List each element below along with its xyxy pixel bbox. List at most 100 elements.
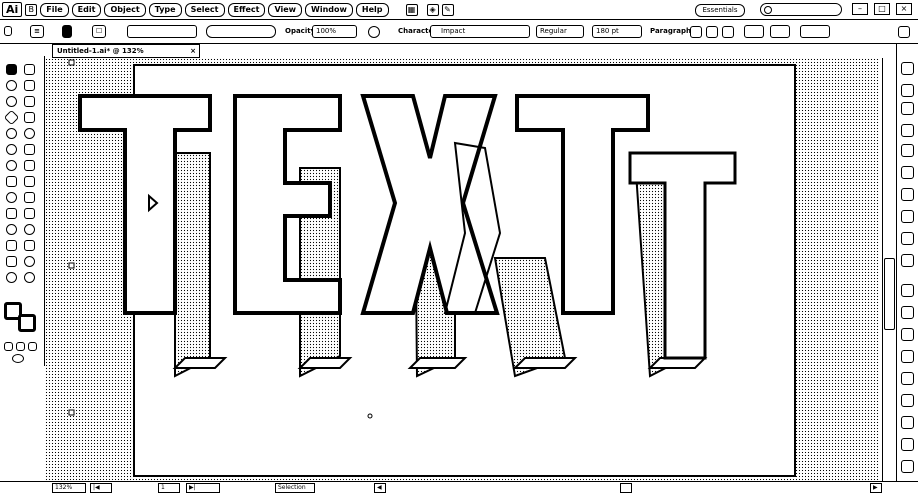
brush-icon[interactable]: ✎	[441, 3, 454, 16]
fill-swatch[interactable]	[62, 25, 72, 38]
menu-help[interactable]: Help	[355, 2, 389, 17]
gpu-icon[interactable]: ◈	[426, 3, 439, 16]
pathfinder-icon[interactable]	[901, 350, 914, 363]
font-style-dropdown[interactable]: Regular	[536, 25, 584, 38]
opacity-label[interactable]: Opacity	[285, 27, 315, 35]
blend-tool-icon[interactable]	[24, 224, 35, 235]
eraser-tool-icon[interactable]	[24, 144, 35, 155]
align-left-icon[interactable]	[690, 26, 702, 38]
horizontal-scroll-left[interactable]: ◀	[374, 483, 386, 493]
transform-button[interactable]	[744, 25, 764, 38]
vertical-scrollbar[interactable]	[882, 58, 895, 481]
direct-selection-tool-icon[interactable]	[24, 64, 35, 75]
draw-mode-icon[interactable]	[12, 354, 24, 363]
paragraph-label[interactable]: Paragraph	[650, 27, 691, 35]
symbol-sprayer-tool-icon[interactable]	[6, 240, 17, 251]
zoom-tool-icon[interactable]	[24, 272, 35, 283]
transparency-icon[interactable]	[901, 210, 914, 223]
brushes-icon[interactable]	[901, 124, 914, 137]
none-mode-icon[interactable]	[28, 342, 37, 351]
magic-wand-tool-icon[interactable]	[6, 80, 17, 91]
eyedropper-tool-icon[interactable]	[6, 224, 17, 235]
align-button[interactable]	[770, 25, 790, 38]
align-center-icon[interactable]	[706, 26, 718, 38]
links-icon[interactable]	[901, 460, 914, 473]
workspace-switcher[interactable]: Essentials	[695, 4, 745, 17]
recolor-icon[interactable]	[368, 26, 380, 38]
artboard-nav-first[interactable]: |◀	[90, 483, 112, 493]
paragraph-panel-icon[interactable]	[901, 416, 914, 429]
close-icon[interactable]: ×	[190, 45, 196, 58]
column-graph-tool-icon[interactable]	[24, 240, 35, 251]
stroke-panel-icon[interactable]	[901, 166, 914, 179]
align-panel-icon[interactable]	[901, 328, 914, 341]
menu-type[interactable]: Type	[148, 2, 182, 17]
page-field[interactable]: 1	[158, 483, 180, 493]
opacity-input[interactable]: 100%	[312, 25, 357, 38]
horizontal-scrollbar-thumb[interactable]	[620, 483, 632, 493]
align-right-icon[interactable]	[722, 26, 734, 38]
slice-tool-icon[interactable]	[24, 256, 35, 267]
menu-effect[interactable]: Effect	[227, 2, 266, 17]
horizontal-scroll-right[interactable]: ▶	[870, 483, 882, 493]
color-guide-icon[interactable]	[901, 84, 914, 97]
swatches-icon[interactable]	[901, 102, 914, 115]
rotate-tool-icon[interactable]	[6, 160, 17, 171]
artboard-tool-icon[interactable]	[6, 256, 17, 267]
menu-object[interactable]: Object	[104, 2, 146, 17]
blob-brush-tool-icon[interactable]	[6, 144, 17, 155]
artboards-icon[interactable]	[901, 306, 914, 319]
free-transform-tool-icon[interactable]	[24, 176, 35, 187]
type-tool-icon[interactable]	[24, 96, 35, 107]
menu-window[interactable]: Window	[305, 2, 353, 17]
opentype-icon[interactable]	[901, 438, 914, 451]
maximize-button[interactable]: □	[874, 3, 890, 15]
text-artwork[interactable]	[45, 58, 879, 481]
layers-icon[interactable]	[901, 284, 914, 297]
panel-menu-button[interactable]	[800, 25, 830, 38]
menu-view[interactable]: View	[268, 2, 303, 17]
color-mode-icon[interactable]	[4, 342, 13, 351]
pencil-tool-icon[interactable]	[24, 128, 35, 139]
artboard-nav-next[interactable]: ▶|	[186, 483, 220, 493]
graphic-styles-icon[interactable]	[901, 254, 914, 267]
perspective-grid-tool-icon[interactable]	[24, 192, 35, 203]
stroke-swatch[interactable]: ☐	[92, 25, 106, 38]
gradient-panel-icon[interactable]	[901, 188, 914, 201]
menu-edit[interactable]: Edit	[71, 2, 102, 17]
close-button[interactable]: ×	[896, 3, 912, 15]
rectangle-tool-icon[interactable]	[24, 112, 35, 123]
character-panel-icon[interactable]	[901, 394, 914, 407]
paintbrush-tool-icon[interactable]	[6, 128, 17, 139]
bridge-icon[interactable]: B	[25, 3, 38, 16]
zoom-field[interactable]: 132%	[52, 483, 86, 493]
search-input[interactable]	[760, 3, 842, 16]
canvas-area[interactable]	[45, 58, 879, 481]
scale-tool-icon[interactable]	[24, 160, 35, 171]
shape-builder-tool-icon[interactable]	[6, 192, 17, 203]
menu-file[interactable]: File	[40, 2, 69, 17]
hand-tool-icon[interactable]	[6, 272, 17, 283]
selection-tool-icon[interactable]	[6, 64, 17, 75]
font-family-dropdown[interactable]: Impact	[430, 25, 530, 38]
color-panel-icon[interactable]	[901, 62, 914, 75]
menu-select[interactable]: Select	[184, 2, 225, 17]
scrollbar-thumb[interactable]	[884, 258, 895, 330]
font-size-input[interactable]: 180 pt	[592, 25, 642, 38]
arrange-documents-icon[interactable]: ▦	[405, 3, 418, 16]
symbols-icon[interactable]	[901, 144, 914, 157]
lasso-tool-icon[interactable]	[24, 80, 35, 91]
stroke-weight-dropdown[interactable]	[127, 25, 197, 38]
line-tool-icon[interactable]	[3, 109, 20, 126]
tab-document[interactable]: Untitled-1.ai* @ 132% (CMYK/Preview) ×	[52, 44, 200, 68]
pen-tool-icon[interactable]	[6, 96, 17, 107]
variable-width-dropdown[interactable]	[206, 25, 276, 38]
gradient-mode-icon[interactable]	[16, 342, 25, 351]
panel-options-icon[interactable]	[898, 26, 910, 38]
status-tool-display[interactable]: Selection	[275, 483, 315, 493]
width-tool-icon[interactable]	[6, 176, 17, 187]
mesh-tool-icon[interactable]	[6, 208, 17, 219]
stroke-color-icon[interactable]	[18, 314, 36, 332]
appearance-icon[interactable]	[901, 232, 914, 245]
transform-panel-icon[interactable]	[901, 372, 914, 385]
